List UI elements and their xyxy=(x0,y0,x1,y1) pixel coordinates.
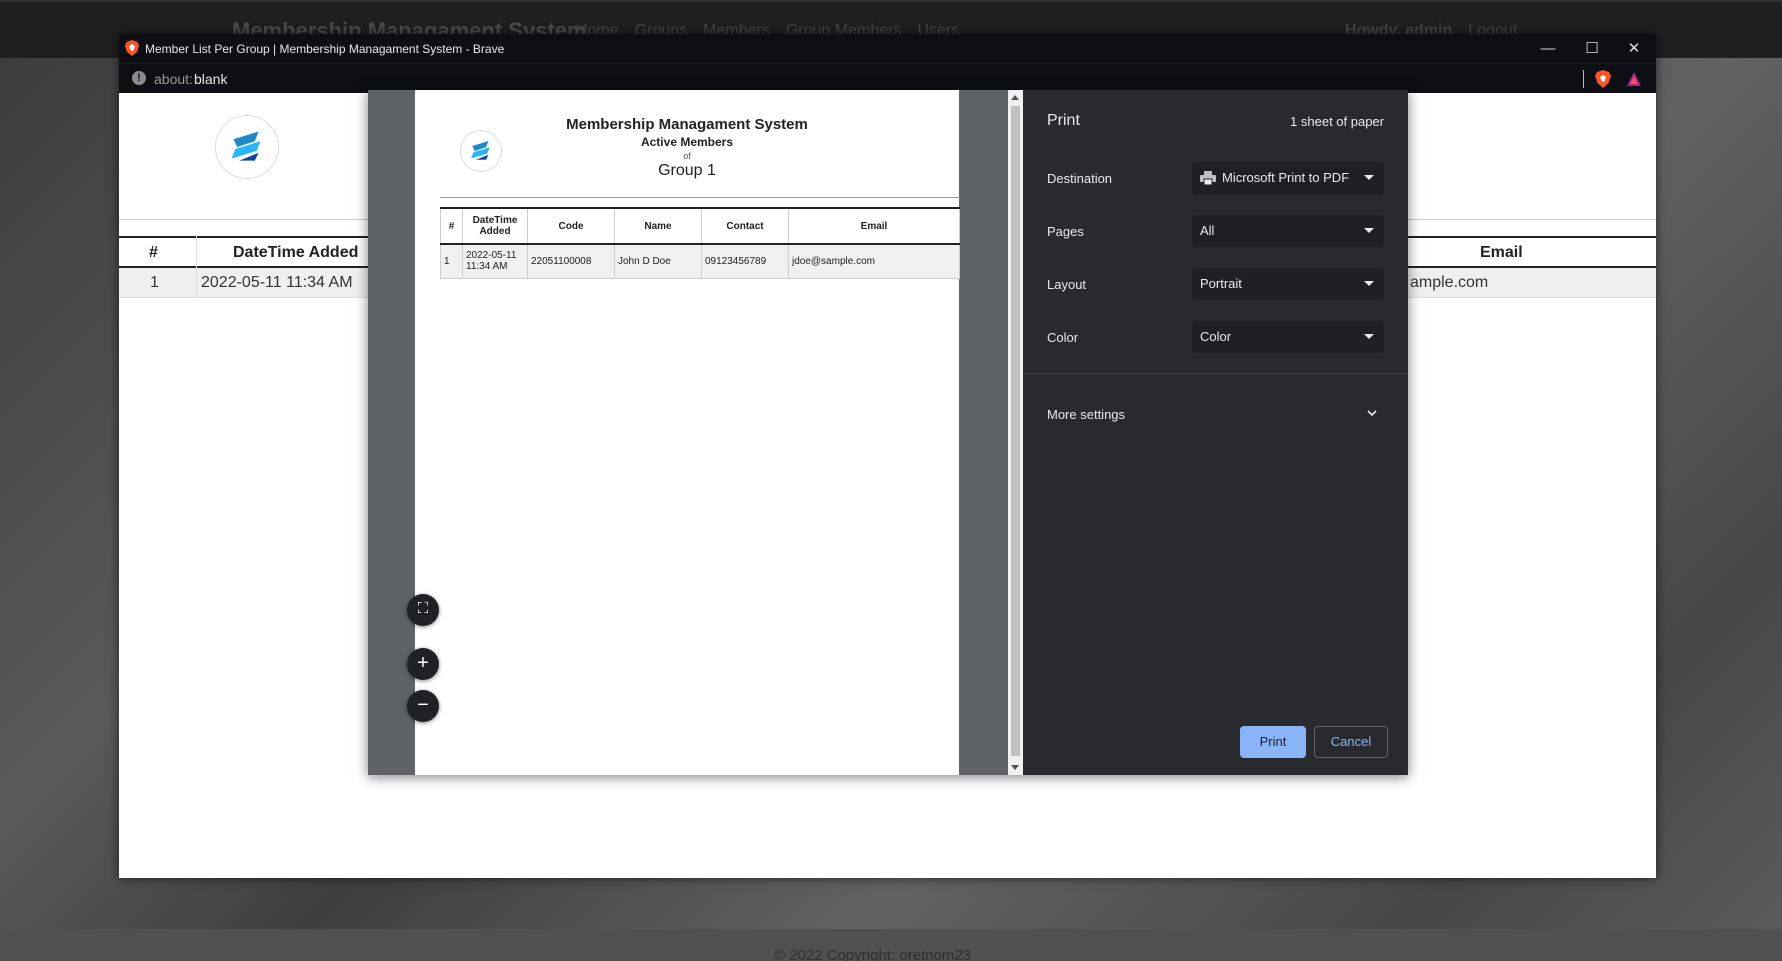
page-header-email: Email xyxy=(1480,244,1523,261)
preview-col-email: Email xyxy=(788,207,960,245)
preview-table-header-row: # DateTime Added Code Name Contact Email xyxy=(440,207,960,245)
page-header-datetime: DateTime Added xyxy=(233,244,359,261)
preview-group: Group 1 xyxy=(658,162,716,179)
color-row: Color Color xyxy=(1047,321,1384,353)
preview-title: Membership Managament System xyxy=(566,116,808,133)
preview-cell-num: 1 xyxy=(440,243,463,279)
zoom-out-icon: − xyxy=(417,694,429,716)
preview-scrollbar[interactable] xyxy=(1008,90,1023,775)
layout-row: Layout Portrait xyxy=(1047,268,1384,300)
preview-col-code: Code xyxy=(527,207,615,245)
maximize-button[interactable]: ☐ xyxy=(1570,36,1614,61)
page-logo-icon xyxy=(231,131,261,161)
print-preview-area[interactable]: Membership Managament System Active Memb… xyxy=(368,90,1023,775)
address-separator xyxy=(1583,70,1584,88)
window-titlebar[interactable]: Member List Per Group | Membership Manag… xyxy=(119,34,1656,63)
layout-value: Portrait xyxy=(1200,276,1242,291)
brave-rewards-icon[interactable] xyxy=(1626,71,1642,87)
address-value: blank xyxy=(194,71,228,87)
pages-row: Pages All xyxy=(1047,215,1384,247)
brave-shield-icon[interactable] xyxy=(1595,70,1611,88)
page-cell-datetime: 2022-05-11 11:34 AM xyxy=(201,274,353,291)
sheet-count: 1 sheet of paper xyxy=(1290,114,1384,129)
close-button[interactable]: ✕ xyxy=(1612,36,1656,61)
layout-caret-icon xyxy=(1364,281,1374,286)
page-header-num: # xyxy=(149,244,158,261)
destination-label: Destination xyxy=(1047,171,1113,186)
brave-logo-icon xyxy=(125,40,139,56)
zoom-out-button[interactable]: − xyxy=(407,690,439,722)
address-prefix: about: xyxy=(154,71,193,87)
print-dialog: Membership Managament System Active Memb… xyxy=(368,90,1408,775)
pages-select[interactable]: All xyxy=(1192,215,1384,247)
scroll-up-arrow-icon[interactable] xyxy=(1011,95,1019,100)
cancel-button[interactable]: Cancel xyxy=(1314,726,1388,758)
print-settings-panel: Print 1 sheet of paper Destination Micro… xyxy=(1023,90,1408,775)
more-settings-label: More settings xyxy=(1047,407,1126,422)
preview-cell-email: jdoe@sample.com xyxy=(788,243,960,279)
pages-caret-icon xyxy=(1364,228,1374,233)
background-footer-text: © 2022 Copyright: oretnom23 xyxy=(774,947,971,961)
address-bar[interactable]: ! about: blank xyxy=(119,63,1656,93)
table-row: 1 2022-05-11 11:34 AM 22051100008 John D… xyxy=(440,243,960,279)
color-label: Color xyxy=(1047,330,1079,345)
preview-heading: Membership Managament System Active Memb… xyxy=(415,116,959,180)
fit-to-page-button[interactable]: ⛶ xyxy=(407,594,439,626)
color-select[interactable]: Color xyxy=(1192,321,1384,353)
destination-row: Destination Microsoft Print to PDF xyxy=(1047,162,1384,194)
chevron-down-icon xyxy=(1367,410,1377,417)
printer-icon xyxy=(1200,171,1216,185)
minimize-button[interactable]: — xyxy=(1526,36,1570,61)
page-logo xyxy=(215,115,279,179)
fit-to-page-icon: ⛶ xyxy=(417,600,429,617)
pages-value: All xyxy=(1200,223,1215,238)
preview-cell-name: John D Doe xyxy=(614,243,702,279)
layout-label: Layout xyxy=(1047,277,1087,292)
preview-divider xyxy=(440,197,960,198)
print-button[interactable]: Print xyxy=(1240,726,1306,758)
settings-divider xyxy=(1023,373,1408,374)
background-footer: © 2022 Copyright: oretnom23 xyxy=(0,929,1782,961)
preview-col-name: Name xyxy=(614,207,702,245)
scrollbar-thumb[interactable] xyxy=(1011,106,1020,756)
page-cell-num: 1 xyxy=(150,274,159,291)
info-icon[interactable]: ! xyxy=(132,71,146,85)
preview-cell-contact: 09123456789 xyxy=(701,243,789,279)
preview-cell-code: 22051100008 xyxy=(527,243,615,279)
destination-value: Microsoft Print to PDF xyxy=(1222,170,1350,185)
scroll-down-arrow-icon[interactable] xyxy=(1011,765,1019,770)
preview-col-num: # xyxy=(440,207,463,245)
zoom-in-button[interactable]: + xyxy=(407,648,439,680)
window-title: Member List Per Group | Membership Manag… xyxy=(145,42,505,56)
page-cell-email: ample.com xyxy=(1410,274,1489,291)
destination-caret-icon xyxy=(1364,175,1374,180)
layout-select[interactable]: Portrait xyxy=(1192,268,1384,300)
destination-select[interactable]: Microsoft Print to PDF xyxy=(1192,162,1384,194)
preview-of: of xyxy=(683,151,691,161)
preview-col-contact: Contact xyxy=(701,207,789,245)
pages-label: Pages xyxy=(1047,224,1084,239)
preview-paper: Membership Managament System Active Memb… xyxy=(415,90,960,775)
color-value: Color xyxy=(1200,329,1232,344)
print-title: Print xyxy=(1047,112,1080,129)
preview-col-datetime: DateTime Added xyxy=(462,207,528,245)
zoom-in-icon: + xyxy=(417,652,429,674)
preview-cell-datetime: 2022-05-11 11:34 AM xyxy=(462,243,528,279)
more-settings-toggle[interactable]: More settings xyxy=(1047,403,1384,427)
color-caret-icon xyxy=(1364,334,1374,339)
preview-table: # DateTime Added Code Name Contact Email… xyxy=(440,207,960,279)
preview-subtitle: Active Members xyxy=(640,135,734,149)
page-table-column-divider xyxy=(196,236,197,298)
